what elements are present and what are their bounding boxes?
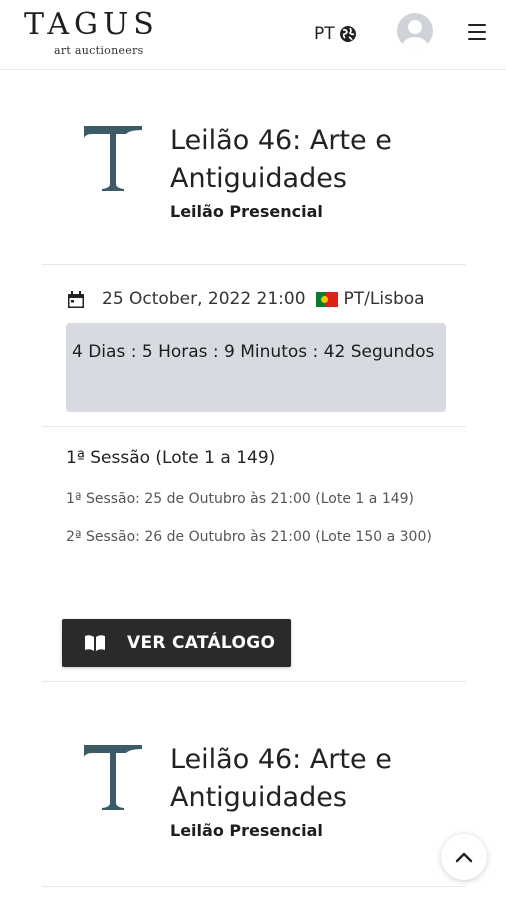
auction-type: Leilão Presencial — [170, 202, 323, 221]
session-item: 1ª Sessão: 25 de Outubro às 21:00 (Lote … — [66, 491, 414, 507]
view-catalog-label: VER CATÁLOGO — [127, 633, 276, 653]
logo-wordmark: TAGUS — [24, 7, 159, 42]
divider — [42, 886, 466, 887]
view-catalog-button[interactable]: VER CATÁLOGO — [62, 619, 291, 667]
auction-location: PT/Lisboa — [343, 289, 425, 309]
site-header: TAGUS art auctioneers PT — [0, 0, 506, 70]
scroll-to-top-button[interactable] — [441, 834, 487, 880]
auction-date: 25 October, 2022 21:00 — [102, 289, 306, 309]
tagus-logo[interactable]: TAGUS art auctioneers — [24, 8, 184, 62]
user-avatar-icon[interactable] — [397, 13, 433, 49]
globe-icon — [339, 26, 356, 42]
session-item: 2ª Sessão: 26 de Outubro às 21:00 (Lote … — [66, 529, 432, 545]
chevron-up-icon — [455, 852, 473, 863]
language-selector[interactable]: PT — [314, 22, 357, 46]
open-book-icon — [85, 635, 105, 651]
divider — [42, 681, 466, 682]
avatar-silhouette — [402, 20, 428, 49]
auction-type: Leilão Presencial — [170, 821, 323, 840]
portugal-flag-icon — [315, 291, 338, 307]
divider — [42, 264, 466, 265]
session-list: 1ª Sessão: 25 de Outubro às 21:00 (Lote … — [66, 480, 456, 556]
auction-logo-mark — [84, 745, 142, 810]
auction-title[interactable]: Leilão 46: Arte e Antiguidades — [170, 741, 490, 817]
language-label: PT — [314, 24, 335, 44]
session-title: 1ª Sessão (Lote 1 a 149) — [66, 448, 276, 468]
auction-logo-mark — [84, 126, 142, 191]
auction-title[interactable]: Leilão 46: Arte e Antiguidades — [170, 122, 490, 198]
countdown-timer: 4 Dias : 5 Horas : 9 Minutos : 42 Segund… — [66, 323, 446, 412]
hamburger-menu-icon[interactable] — [468, 24, 486, 40]
logo-tagline: art auctioneers — [54, 44, 144, 57]
divider — [42, 426, 466, 427]
auction-date-row: 25 October, 2022 21:00 PT/Lisboa — [68, 288, 425, 310]
calendar-icon — [68, 290, 84, 308]
